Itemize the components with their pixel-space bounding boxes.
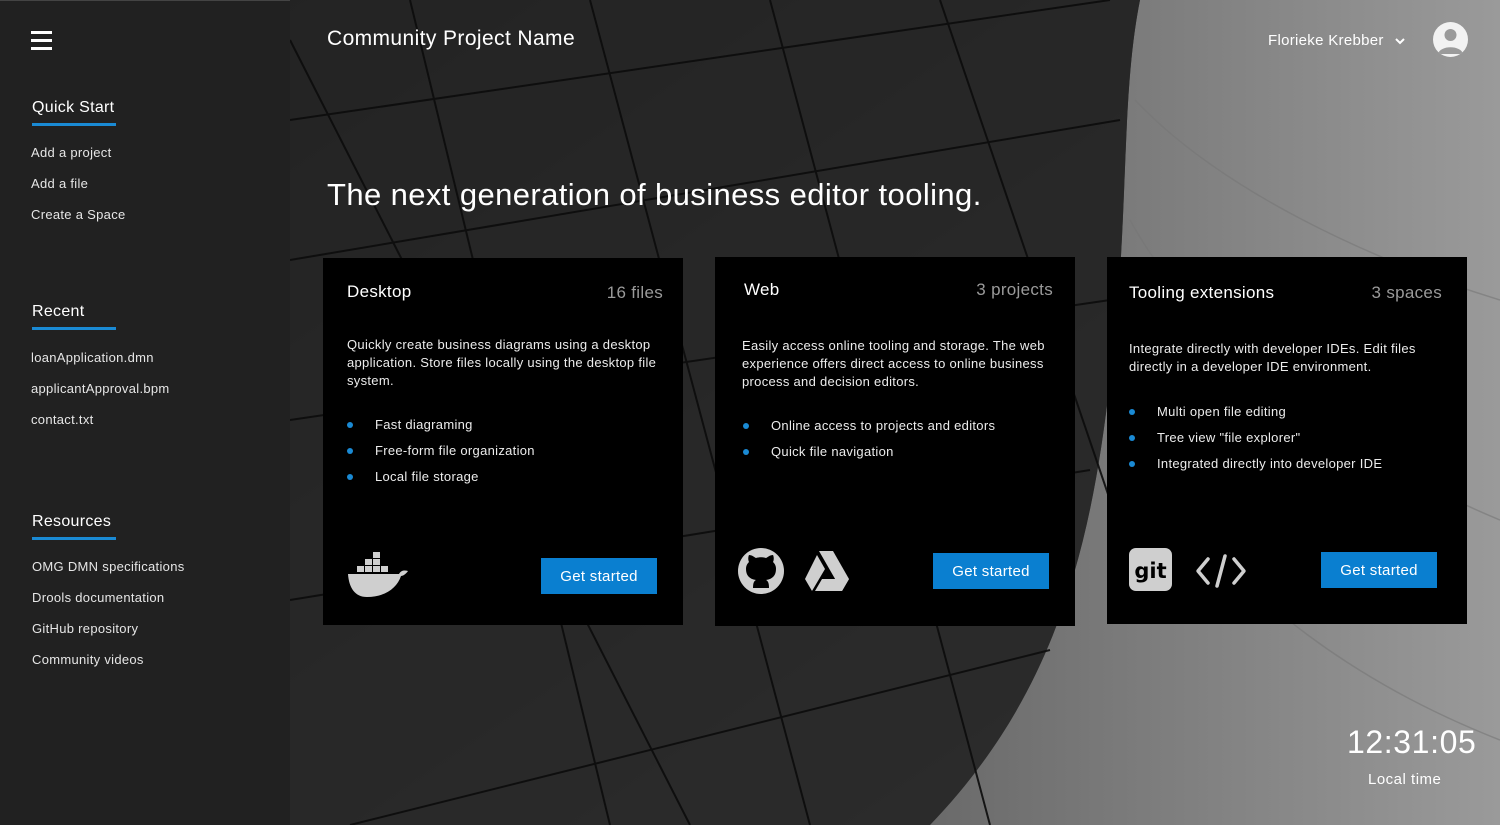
sidebar-heading: Recent: [32, 303, 85, 320]
feature-item: Multi open file editing: [1129, 403, 1382, 429]
main-content: Community Project Name Florieke Krebber …: [290, 0, 1500, 825]
user-name-label: Florieke Krebber: [1268, 32, 1384, 49]
sidebar-link-add-project[interactable]: Add a project: [31, 145, 112, 160]
bullet-dot: [347, 422, 353, 428]
git-icon: git: [1129, 548, 1172, 591]
feature-text: Multi open file editing: [1157, 404, 1287, 419]
web-get-started-button[interactable]: Get started: [933, 553, 1049, 589]
github-icon: [738, 548, 784, 594]
sidebar-heading-underline: [32, 537, 116, 540]
tooling-extensions-card: Tooling extensions 3 spaces Integrate di…: [1107, 257, 1467, 624]
desktop-get-started-button[interactable]: Get started: [541, 558, 657, 594]
hamburger-menu-icon[interactable]: [31, 31, 53, 51]
web-card: Web 3 projects Easily access online tool…: [715, 257, 1075, 626]
user-avatar-icon[interactable]: [1433, 22, 1468, 57]
feature-text: Free-form file organization: [375, 443, 535, 458]
local-time-clock: 12:31:05: [1347, 724, 1477, 760]
feature-text: Tree view "file explorer": [1157, 430, 1301, 445]
code-icon: [1196, 554, 1246, 588]
card-count: 3 projects: [976, 280, 1053, 299]
feature-item: Quick file navigation: [743, 443, 995, 469]
sidebar-heading-underline: [32, 327, 116, 330]
bullet-dot: [1129, 435, 1135, 441]
bullet-dot: [743, 449, 749, 455]
feature-item: Online access to projects and editors: [743, 417, 995, 443]
feature-item: Integrated directly into developer IDE: [1129, 455, 1382, 481]
feature-list: Fast diagraming Free-form file organizat…: [347, 416, 535, 494]
bullet-dot: [1129, 409, 1135, 415]
tooling-get-started-button[interactable]: Get started: [1321, 552, 1437, 588]
sidebar-link-resource[interactable]: Community videos: [32, 652, 144, 667]
bullet-dot: [347, 448, 353, 454]
feature-item: Free-form file organization: [347, 442, 535, 468]
chevron-down-icon: [1394, 37, 1405, 44]
feature-item: Fast diagraming: [347, 416, 535, 442]
google-drive-icon: [805, 551, 849, 591]
feature-text: Quick file navigation: [771, 444, 894, 459]
sidebar-link-resource[interactable]: Drools documentation: [32, 590, 164, 605]
sidebar-heading: Resources: [32, 513, 112, 530]
sidebar-link-add-file[interactable]: Add a file: [31, 176, 88, 191]
card-count: 16 files: [606, 283, 663, 302]
feature-text: Online access to projects and editors: [771, 418, 996, 433]
svg-text:git: git: [1134, 559, 1166, 583]
feature-item: Local file storage: [347, 468, 535, 494]
card-title: Desktop: [347, 282, 412, 301]
project-name-title: Community Project Name: [327, 27, 576, 50]
bullet-dot: [347, 474, 353, 480]
hero-heading: The next generation of business editor t…: [327, 177, 982, 212]
sidebar-heading-underline: [32, 123, 116, 126]
sidebar-link-recent-file[interactable]: loanApplication.dmn: [31, 350, 154, 365]
feature-item: Tree view "file explorer": [1129, 429, 1382, 455]
feature-list: Online access to projects and editors Qu…: [743, 417, 995, 469]
card-title: Web: [744, 280, 780, 299]
card-title: Tooling extensions: [1129, 283, 1275, 302]
bullet-dot: [743, 423, 749, 429]
sidebar-link-recent-file[interactable]: applicantApproval.bpm: [31, 381, 170, 396]
card-count: 3 spaces: [1371, 283, 1442, 302]
user-menu-dropdown[interactable]: Florieke Krebber: [1268, 32, 1406, 49]
feature-list: Multi open file editing Tree view "file …: [1129, 403, 1382, 481]
desktop-card: Desktop 16 files Quickly create business…: [323, 258, 683, 625]
sidebar-link-resource[interactable]: OMG DMN specifications: [32, 559, 185, 574]
sidebar-link-resource[interactable]: GitHub repository: [32, 621, 138, 636]
feature-text: Integrated directly into developer IDE: [1157, 456, 1383, 471]
local-time-label: Local time: [1368, 771, 1442, 788]
sidebar-link-recent-file[interactable]: contact.txt: [31, 412, 94, 427]
feature-text: Fast diagraming: [375, 417, 473, 432]
feature-text: Local file storage: [375, 469, 479, 484]
card-description: Integrate directly with developer IDEs. …: [1129, 341, 1416, 374]
card-description: Easily access online tooling and storage…: [742, 338, 1045, 389]
sidebar: Quick Start Add a project Add a file Cre…: [0, 0, 290, 825]
docker-icon: [348, 552, 408, 597]
bullet-dot: [1129, 461, 1135, 467]
sidebar-heading: Quick Start: [32, 99, 115, 116]
sidebar-link-create-space[interactable]: Create a Space: [31, 207, 126, 222]
card-description: Quickly create business diagrams using a…: [347, 337, 657, 388]
